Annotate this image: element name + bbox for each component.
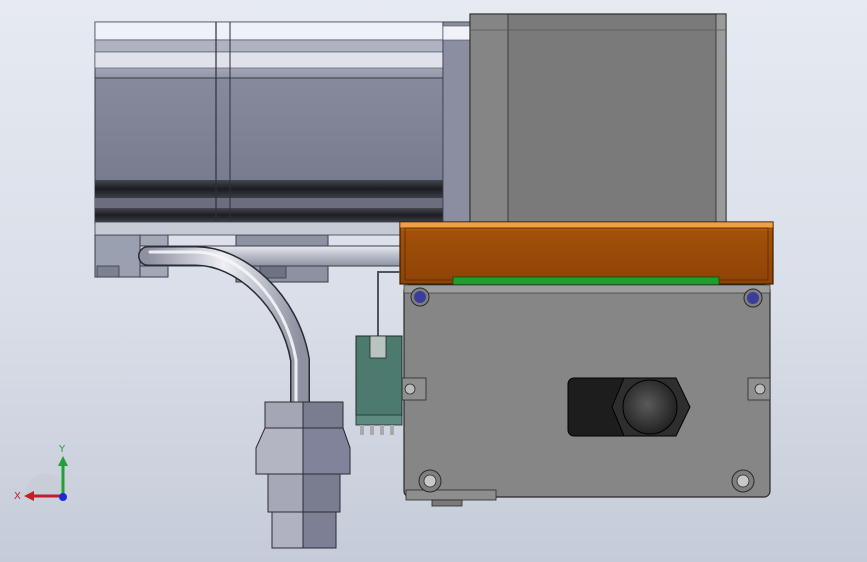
coordinate-triad: X Y xyxy=(8,438,78,508)
graphics-viewport[interactable]: X Y xyxy=(0,0,867,562)
terminal-connector[interactable] xyxy=(355,271,403,435)
cad-model[interactable] xyxy=(0,0,867,562)
y-axis-label: Y xyxy=(58,444,66,455)
connector-pins xyxy=(360,425,394,435)
screw-hole xyxy=(731,469,755,493)
z-axis-dot xyxy=(59,493,67,501)
screw-hole xyxy=(743,288,763,308)
screw-hole xyxy=(418,469,442,493)
gearbox-housing[interactable] xyxy=(469,13,727,225)
y-axis-arrow xyxy=(58,456,68,466)
output-shaft[interactable] xyxy=(567,377,691,437)
cable-with-connector[interactable] xyxy=(138,246,351,549)
screw-hole xyxy=(410,287,430,307)
servo-motor-body[interactable] xyxy=(94,21,471,235)
mounting-bracket[interactable] xyxy=(399,221,774,286)
pcb-strip xyxy=(452,276,720,286)
motor-flange-plate[interactable] xyxy=(401,284,771,507)
x-axis-label: X xyxy=(14,491,21,502)
